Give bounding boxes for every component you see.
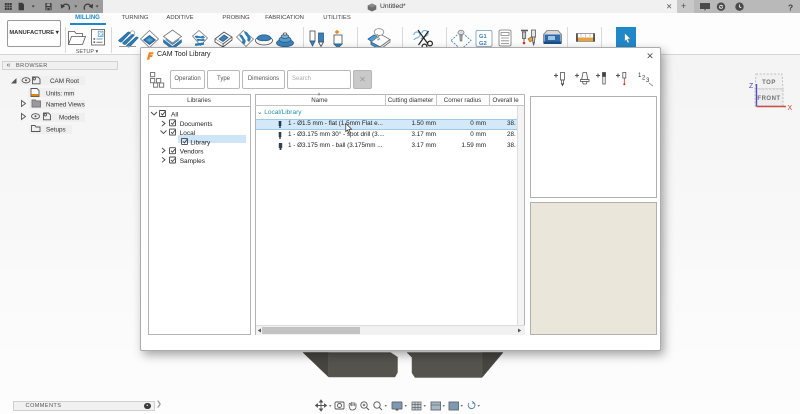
svg-text:Vendors: Vendors	[179, 149, 204, 156]
svg-text:All: All	[171, 112, 179, 119]
svg-text:X: X	[788, 105, 793, 112]
svg-text:Local: Local	[179, 130, 195, 137]
svg-text:?: ?	[788, 2, 793, 12]
svg-text:CAM Root: CAM Root	[50, 78, 79, 85]
svg-text:Setups: Setups	[46, 127, 66, 134]
svg-text:Library: Library	[190, 139, 211, 146]
svg-text:G2: G2	[479, 41, 487, 47]
svg-text:Samples: Samples	[179, 158, 205, 165]
svg-text:Documents: Documents	[179, 121, 213, 128]
svg-text:Models: Models	[59, 115, 79, 122]
svg-text:Units: mm: Units: mm	[46, 91, 74, 98]
svg-text:Named Views: Named Views	[46, 102, 85, 109]
svg-text:TOP: TOP	[762, 80, 776, 86]
svg-text:G1: G1	[479, 34, 488, 40]
svg-text:Z: Z	[749, 83, 754, 90]
svg-text:FRONT: FRONT	[757, 96, 780, 102]
svg-text:G: G	[99, 32, 103, 37]
